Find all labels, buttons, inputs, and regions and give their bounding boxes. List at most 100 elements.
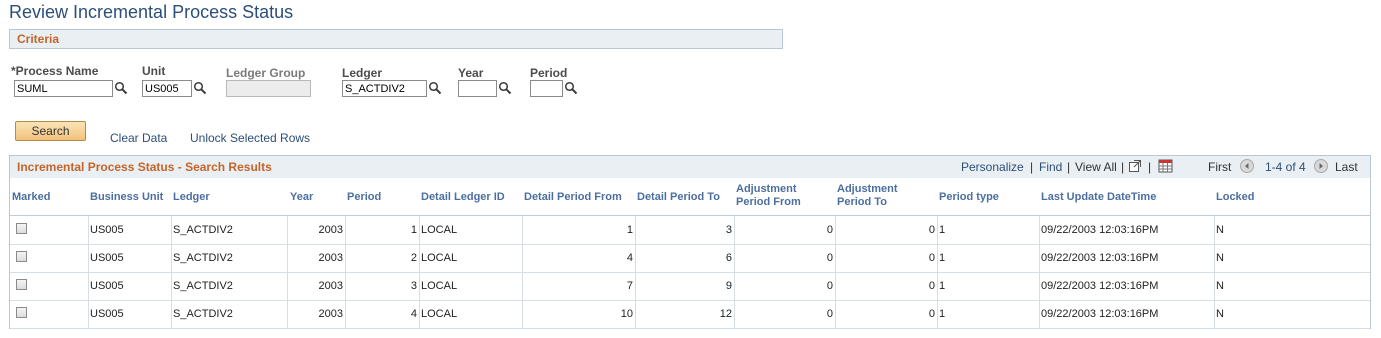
column-divider — [419, 300, 420, 328]
cell-detail-period-from: 1 — [626, 224, 633, 236]
column-divider — [835, 300, 836, 328]
cell-ledger: S_ACTDIV2 — [173, 308, 233, 320]
cell-year: 2003 — [318, 224, 343, 236]
column-divider — [635, 272, 636, 300]
year-input[interactable] — [458, 80, 497, 97]
col-adjustment-period-from: Adjustment Period From — [736, 183, 801, 209]
ledger-label: Ledger — [342, 66, 383, 80]
cell-detail-period-to: 3 — [725, 224, 732, 236]
table-row: US005 S_ACTDIV2 2003 1 LOCAL 1 3 0 0 1 09/22/2003 … — [10, 216, 1370, 245]
column-divider — [171, 272, 172, 300]
criteria-section-title: Criteria — [17, 32, 60, 46]
col-last-update-datetime: Last Update DateTime — [1041, 191, 1157, 203]
cell-period: 3 — [410, 280, 417, 292]
process-name-input[interactable] — [14, 80, 113, 97]
column-divider — [419, 216, 420, 244]
column-divider — [635, 216, 636, 244]
cell-detail-period-from: 4 — [626, 252, 633, 264]
column-divider — [345, 244, 346, 272]
column-divider — [345, 216, 346, 244]
period-input[interactable] — [530, 80, 563, 97]
cell-detail-ledger-id: LOCAL — [421, 224, 458, 236]
period-label: Period — [530, 66, 568, 80]
year-label: Year — [458, 66, 484, 80]
download-spreadsheet-icon[interactable] — [1158, 158, 1174, 174]
cell-ledger: S_ACTDIV2 — [173, 224, 233, 236]
period-lookup-icon[interactable] — [564, 81, 578, 95]
table-row: US005 S_ACTDIV2 2003 3 LOCAL 7 9 0 0 1 09/22/2003 … — [10, 272, 1370, 301]
col-adjustment-period-to: Adjustment Period To — [837, 183, 898, 209]
new-window-icon[interactable] — [1128, 159, 1142, 173]
cell-last-update-datetime: 09/22/2003 12:03:16PM — [1041, 224, 1159, 236]
column-divider — [88, 244, 89, 272]
search-button[interactable]: Search — [15, 121, 86, 141]
col-period-type: Period type — [939, 191, 999, 203]
col-detail-ledger-id: Detail Ledger ID — [421, 191, 505, 203]
find-link[interactable]: Find — [1039, 160, 1062, 174]
column-divider — [835, 244, 836, 272]
cell-locked: N — [1216, 280, 1224, 292]
ledger-group-label: Ledger Group — [226, 66, 306, 80]
col-detail-period-to: Detail Period To — [637, 191, 720, 203]
page-title: Review Incremental Process Status — [9, 2, 294, 22]
column-divider — [937, 244, 938, 272]
col-year: Year — [290, 191, 314, 203]
column-divider — [734, 216, 735, 244]
cell-ledger: S_ACTDIV2 — [173, 280, 233, 292]
column-divider — [1039, 244, 1040, 272]
next-arrow-icon[interactable] — [1314, 159, 1328, 173]
cell-period-type: 1 — [939, 224, 946, 236]
marked-checkbox[interactable] — [16, 251, 27, 262]
cell-adjustment-period-from: 0 — [826, 280, 833, 292]
cell-year: 2003 — [318, 280, 343, 292]
col-adjustment-period-from-line2: Period From — [736, 196, 801, 208]
marked-checkbox[interactable] — [16, 223, 27, 234]
unlock-selected-rows-link[interactable]: Unlock Selected Rows — [190, 131, 310, 145]
column-divider — [1214, 272, 1215, 300]
cell-locked: N — [1216, 224, 1224, 236]
cell-detail-ledger-id: LOCAL — [421, 252, 458, 264]
nav-separator: | — [1067, 160, 1071, 174]
last-label: Last — [1335, 160, 1358, 174]
cell-adjustment-period-to: 0 — [928, 224, 935, 236]
cell-adjustment-period-to: 0 — [928, 280, 935, 292]
column-divider — [1214, 244, 1215, 272]
view-all-link[interactable]: View All — [1075, 160, 1117, 174]
clear-data-link[interactable]: Clear Data — [110, 131, 167, 145]
ledger-group-input — [226, 80, 311, 97]
column-divider — [88, 300, 89, 328]
col-adjustment-period-to-line2: Period To — [837, 196, 887, 208]
cell-locked: N — [1216, 308, 1224, 320]
marked-checkbox[interactable] — [16, 279, 27, 290]
ledger-input[interactable] — [342, 80, 427, 97]
column-divider — [522, 272, 523, 300]
row-range: 1-4 of 4 — [1265, 160, 1306, 174]
column-header-row: Marked Business Unit Ledger Year Period … — [10, 179, 1370, 216]
column-divider — [419, 244, 420, 272]
column-divider — [88, 216, 89, 244]
column-divider — [835, 216, 836, 244]
previous-arrow-icon[interactable] — [1240, 159, 1254, 173]
unit-lookup-icon[interactable] — [193, 81, 207, 95]
cell-year: 2003 — [318, 308, 343, 320]
unit-input[interactable] — [142, 80, 192, 97]
personalize-link[interactable]: Personalize — [961, 160, 1024, 174]
marked-checkbox[interactable] — [16, 307, 27, 318]
nav-separator: | — [1121, 160, 1125, 174]
col-marked: Marked — [12, 191, 51, 203]
column-divider — [835, 272, 836, 300]
column-divider — [635, 244, 636, 272]
cell-last-update-datetime: 09/22/2003 12:03:16PM — [1041, 252, 1159, 264]
nav-separator: | — [1030, 160, 1034, 174]
year-lookup-icon[interactable] — [498, 81, 512, 95]
first-label: First — [1208, 160, 1232, 174]
cell-last-update-datetime: 09/22/2003 12:03:16PM — [1041, 308, 1159, 320]
process-name-lookup-icon[interactable] — [114, 81, 128, 95]
column-divider — [171, 216, 172, 244]
cell-business-unit: US005 — [90, 308, 124, 320]
cell-period: 2 — [410, 252, 417, 264]
col-ledger: Ledger — [173, 191, 210, 203]
column-divider — [734, 272, 735, 300]
ledger-lookup-icon[interactable] — [428, 81, 442, 95]
column-divider — [937, 272, 938, 300]
